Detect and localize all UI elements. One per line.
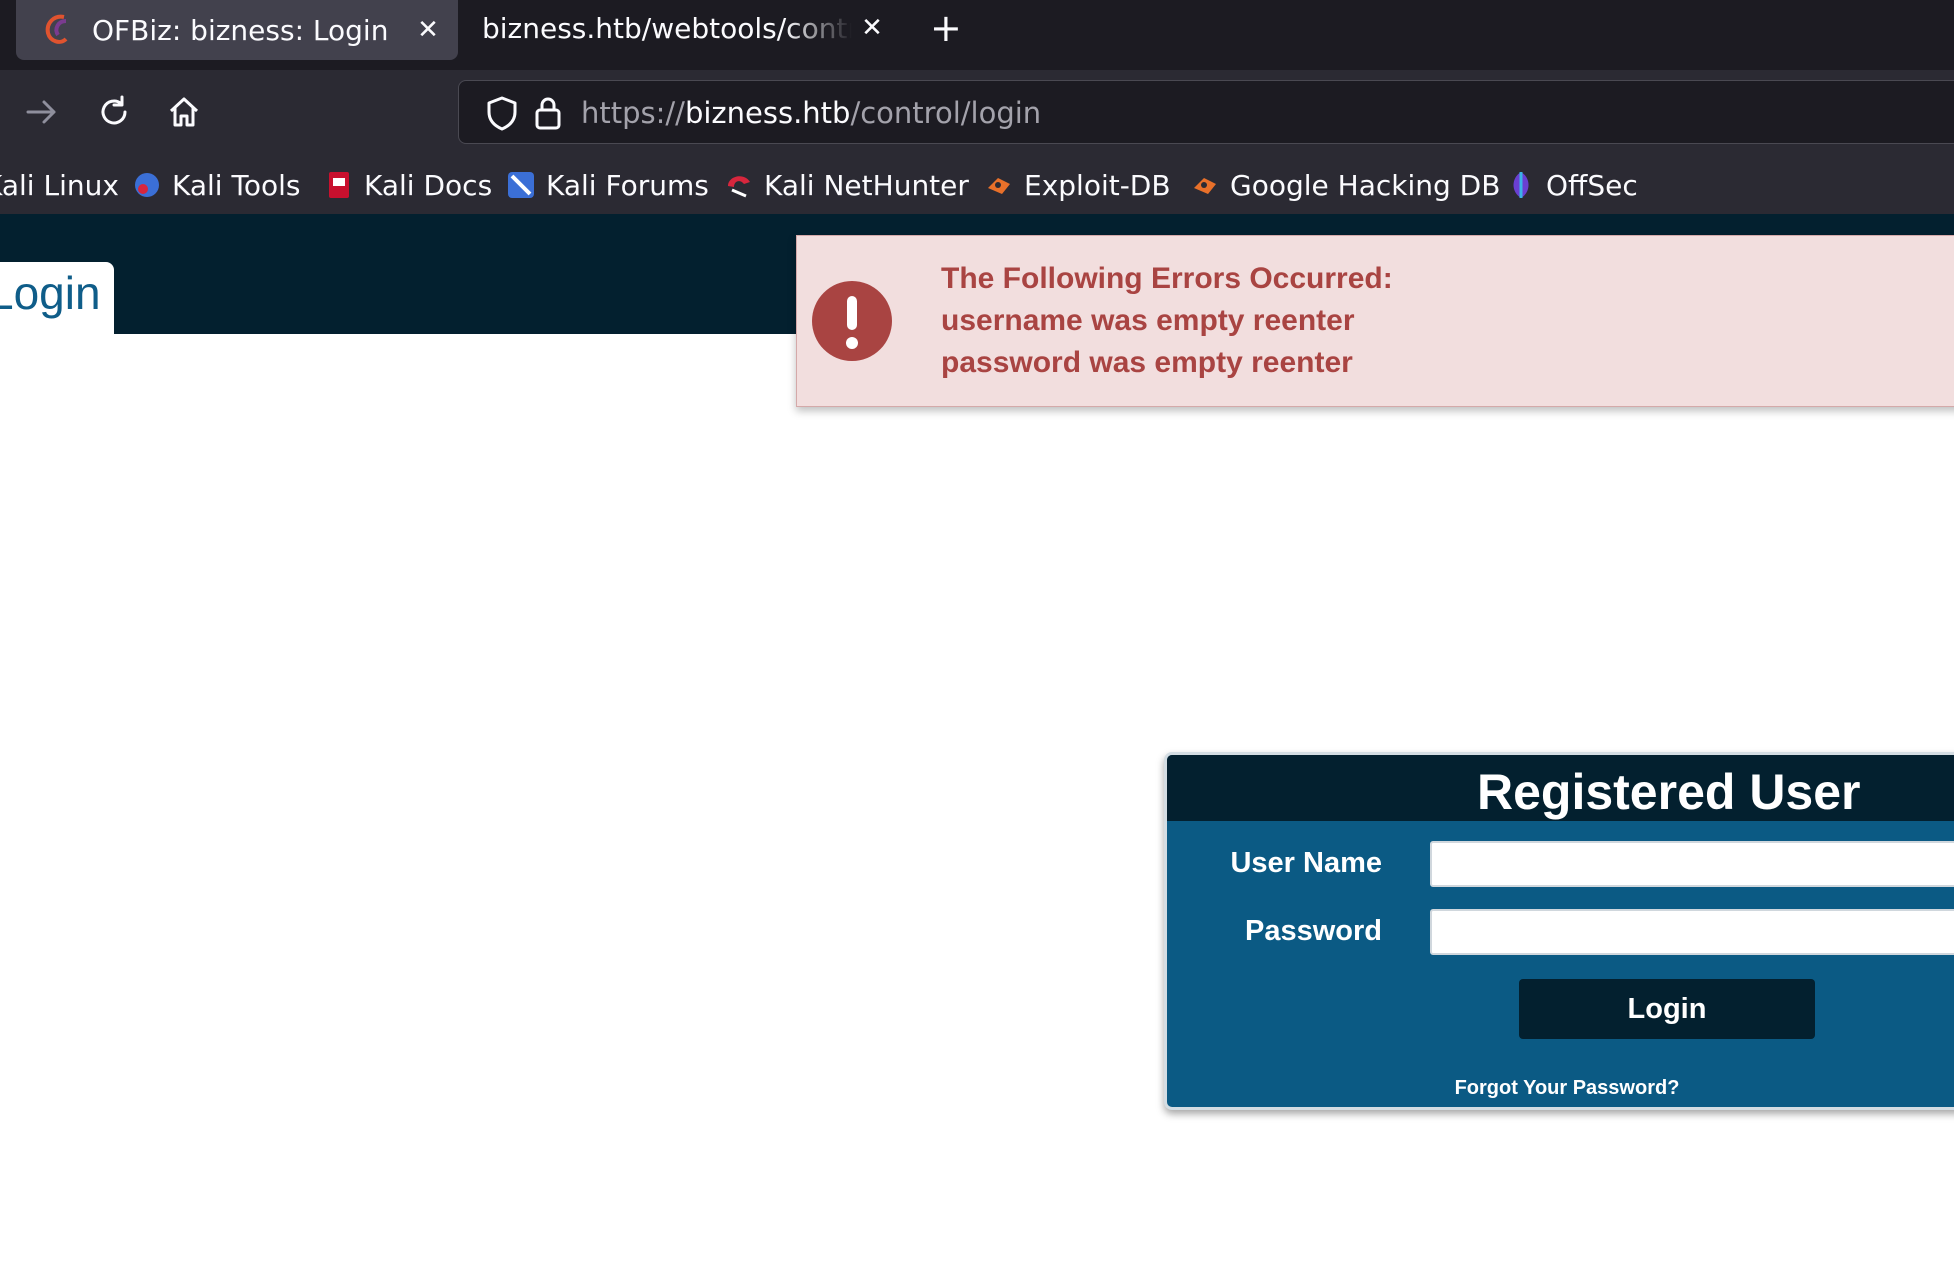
error-heading: The Following Errors Occurred: (941, 262, 1393, 295)
bookmarks-toolbar: Kali Linux Kali Tools Kali Docs Kali For… (0, 154, 1954, 215)
tab-title: OFBiz: bizness: Login (92, 13, 389, 47)
bookmark-label: Google Hacking DB (1230, 168, 1501, 202)
forward-arrow-icon[interactable] (24, 94, 60, 130)
bookmark-label: Kali Linux (0, 168, 119, 202)
shield-icon[interactable] (485, 95, 519, 131)
exclamation-icon (812, 281, 892, 361)
error-line: username was empty reenter (941, 304, 1355, 337)
bookmark-label: Kali Tools (172, 168, 301, 202)
home-icon[interactable] (166, 94, 202, 130)
login-button[interactable]: Login (1519, 979, 1815, 1039)
kali-tools-icon (135, 173, 159, 197)
bookmark-label: Kali Forums (546, 168, 709, 202)
tab-login-label: Login (0, 267, 101, 319)
offsec-icon (1513, 172, 1529, 198)
bookmark-label: Kali Docs (364, 168, 493, 202)
bookmark-kali-linux[interactable]: Kali Linux (0, 165, 119, 205)
google-hacking-db-icon (1194, 178, 1216, 194)
bookmark-kali-nethunter[interactable]: Kali NetHunter (724, 165, 969, 205)
login-form-title: Registered User (1477, 764, 1861, 820)
kali-nethunter-icon (728, 176, 750, 198)
url-text[interactable]: https://bizness.htb/control/login (581, 96, 1041, 130)
close-icon[interactable]: ✕ (852, 13, 892, 43)
lock-icon[interactable] (533, 95, 563, 131)
bookmark-label: OffSec (1546, 168, 1638, 202)
bookmark-kali-docs[interactable]: Kali Docs (324, 165, 492, 205)
url-scheme: https:// (581, 96, 685, 130)
bookmark-label: Exploit-DB (1024, 168, 1171, 202)
tab-title: bizness.htb/webtools/control/ (482, 11, 852, 45)
kali-docs-icon (329, 172, 349, 198)
exploit-db-icon (988, 178, 1010, 194)
bookmark-offsec[interactable]: OffSec (1506, 165, 1638, 205)
tab-bar: OFBiz: bizness: Login ✕ bizness.htb/webt… (0, 0, 1954, 70)
bookmark-exploit-db[interactable]: Exploit-DB (984, 165, 1171, 205)
bookmark-google-hacking-db[interactable]: Google Hacking DB (1190, 165, 1500, 205)
url-host: bizness.htb (684, 96, 851, 130)
username-label: User Name (1230, 847, 1382, 879)
ofbiz-favicon-icon (45, 14, 68, 44)
url-path: /control/login (850, 96, 1042, 130)
error-message-box: The Following Errors Occurred: username … (796, 235, 1954, 407)
tab-login[interactable]: Login (0, 262, 114, 334)
bookmark-kali-forums[interactable]: Kali Forums (506, 165, 709, 205)
username-input[interactable] (1430, 841, 1954, 887)
password-label: Password (1245, 915, 1382, 947)
error-line: password was empty reenter (941, 346, 1353, 379)
close-icon[interactable]: ✕ (408, 15, 448, 45)
login-form: Registered User User Name Password Login… (1164, 752, 1954, 1110)
url-bar[interactable]: https://bizness.htb/control/login (458, 80, 1954, 144)
error-text: The Following Errors Occurred: username … (941, 258, 1393, 384)
reload-icon[interactable] (96, 94, 132, 130)
login-form-header: Registered User (1167, 755, 1954, 821)
bookmark-kali-tools[interactable]: Kali Tools (132, 165, 300, 205)
bookmark-label: Kali NetHunter (764, 168, 969, 202)
kali-forums-icon (508, 172, 534, 198)
tab-webtools[interactable]: bizness.htb/webtools/control/ ✕ (470, 0, 902, 56)
password-input[interactable] (1430, 909, 1954, 955)
new-tab-button[interactable]: + (930, 6, 962, 50)
tab-ofbiz-login[interactable]: OFBiz: bizness: Login ✕ (16, 0, 458, 60)
forgot-password-link[interactable]: Forgot Your Password? (1167, 1077, 1954, 1100)
